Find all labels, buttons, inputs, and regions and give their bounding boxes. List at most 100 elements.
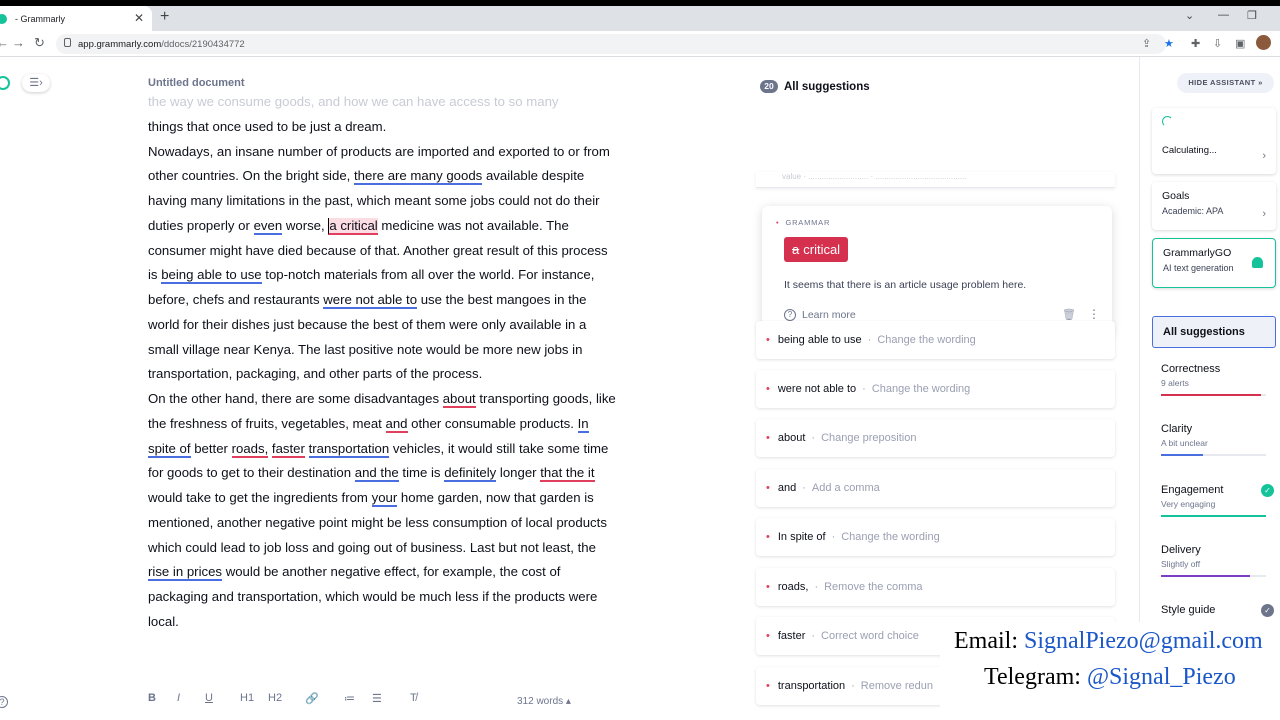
contact-telegram: Telegram: @Signal_Piezo <box>984 664 1236 691</box>
flag-transportation[interactable]: transportation <box>308 440 390 458</box>
side-panel-icon[interactable]: ▣ <box>1235 37 1245 50</box>
document-title[interactable]: Untitled document <box>148 77 245 89</box>
metric-fill <box>1161 394 1261 396</box>
chevron-right-icon: › <box>1262 150 1266 162</box>
back-icon[interactable]: ← <box>0 35 9 50</box>
grammarly-logo-icon[interactable] <box>0 76 10 90</box>
active-suggestion-card[interactable]: GRAMMAR acritical It seems that there is… <box>762 206 1112 334</box>
alert-dot-icon: • <box>766 334 770 346</box>
document-body[interactable]: the way we consume goods, and how we can… <box>148 90 618 685</box>
underline-button[interactable]: U <box>205 692 213 704</box>
alert-dot-icon: • <box>766 630 770 642</box>
flag-your[interactable]: your <box>371 490 398 507</box>
card-word: being able to use <box>777 334 862 346</box>
italic-button[interactable]: I <box>177 692 180 704</box>
collapsed-suggestion-card[interactable]: value · ........................... · ..… <box>756 172 1115 188</box>
flag-roads[interactable]: roads, <box>231 440 269 458</box>
flag-a-critical[interactable]: a critical <box>328 217 378 235</box>
metric-engagement[interactable]: Engagement Very engaging ✓ <box>1161 484 1274 517</box>
text-run: worse, <box>282 217 329 233</box>
more-options-icon[interactable]: ⋮ <box>1088 307 1100 321</box>
profile-avatar[interactable] <box>1256 35 1271 50</box>
suggestion-card[interactable]: • In spite of · Change the wording <box>756 518 1115 556</box>
telegram-label: Telegram: <box>984 664 1087 690</box>
menu-icon[interactable]: ☰› <box>22 74 50 92</box>
bookmark-star-icon[interactable]: ★ <box>1164 37 1174 50</box>
flag-definitely[interactable]: definitely <box>444 465 497 483</box>
card-action: Remove redun <box>860 680 933 692</box>
suggestion-message: It seems that there is an article usage … <box>784 279 1027 291</box>
grammarlygo-title: GrammarlyGO <box>1163 247 1232 259</box>
grammarlygo-card[interactable]: GrammarlyGO AI text generation <box>1152 238 1276 288</box>
help-icon[interactable]: ? <box>0 696 8 708</box>
check-icon: ✓ <box>1261 484 1274 497</box>
flag-about[interactable]: about <box>442 391 476 408</box>
flag-were-not-able-to[interactable]: were not able to <box>323 292 418 309</box>
suggestion-card[interactable]: • and · Add a comma <box>756 469 1115 507</box>
flag-rise-in-prices[interactable]: rise in prices <box>148 564 223 582</box>
overall-score-card[interactable]: Calculating... › <box>1152 108 1276 174</box>
heading2-button[interactable]: H2 <box>268 692 282 704</box>
metric-delivery[interactable]: Delivery Slightly off <box>1161 544 1266 577</box>
text-run: would take to get the ingredients from <box>148 490 372 505</box>
forward-icon[interactable]: → <box>12 35 25 50</box>
bold-button[interactable]: B <box>148 692 156 704</box>
metric-correctness[interactable]: Correctness 9 alerts <box>1161 363 1266 396</box>
metric-title: Style guide <box>1161 604 1216 616</box>
flag-faster[interactable]: faster <box>271 440 305 458</box>
goals-card[interactable]: Goals Academic: APA › <box>1152 182 1276 230</box>
card-word: roads, <box>777 581 809 593</box>
alert-dot-icon: • <box>766 482 770 494</box>
metric-style-guide[interactable]: Style guide ✓ <box>1161 604 1274 617</box>
alert-dot-icon: • <box>766 432 770 444</box>
flag-being-able-to-use[interactable]: being able to use <box>161 267 262 285</box>
reload-icon[interactable]: ↻ <box>34 35 45 51</box>
flag-there-are-many-goods[interactable]: there are many goods <box>353 168 483 186</box>
separator: · <box>862 383 866 395</box>
restore-icon[interactable]: ❐ <box>1247 9 1257 22</box>
suggestion-count-badge: 20 <box>760 80 778 93</box>
suggestion-card[interactable]: • roads, · Remove the comma <box>756 568 1115 606</box>
browser-tab[interactable]: - Grammarly ✕ <box>0 6 152 31</box>
clear-format-icon[interactable]: T̸ <box>410 692 417 704</box>
url-field[interactable]: app.grammarly.com/ddocs/2190434772 <box>56 34 1166 54</box>
suggestion-card[interactable]: • about · Change preposition <box>756 419 1115 457</box>
hide-assistant-button[interactable]: HIDE ASSISTANT » <box>1177 73 1274 93</box>
url-host: app.grammarly.com <box>78 38 162 50</box>
text-run: things that once used to be just a dream… <box>148 118 387 134</box>
grammarlygo-subtitle: AI text generation <box>1163 263 1234 273</box>
telegram-link[interactable]: @Signal_Piezo <box>1087 664 1236 690</box>
suggestion-card[interactable]: • being able to use · Change the wording <box>756 321 1115 359</box>
ordered-list-icon[interactable]: ≔ <box>344 692 355 705</box>
minimize-icon[interactable]: — <box>1218 9 1229 21</box>
email-link[interactable]: SignalPiezo@gmail.com <box>1024 628 1263 654</box>
bullet-list-icon[interactable]: ☰ <box>372 692 382 705</box>
flag-and-the[interactable]: and the <box>354 465 399 483</box>
separator: · <box>811 432 816 444</box>
link-icon[interactable]: 🔗 <box>305 692 319 705</box>
learn-more-link[interactable]: ? Learn more <box>784 309 856 321</box>
card-action: Change the wording <box>841 531 940 543</box>
metric-clarity[interactable]: Clarity A bit unclear <box>1161 423 1266 456</box>
flag-that-the-it[interactable]: that the it <box>540 465 595 483</box>
metric-bar <box>1161 394 1266 396</box>
share-icon[interactable]: ⇪ <box>1142 37 1151 50</box>
paragraph-0: things that once used to be just a dream… <box>148 115 618 140</box>
extensions-icon[interactable]: ✚ <box>1191 37 1200 50</box>
alert-dot-icon: • <box>766 581 770 593</box>
word-count[interactable]: 312 words ▴ <box>517 696 571 707</box>
flag-even[interactable]: even <box>253 217 283 235</box>
separator: · <box>851 680 855 692</box>
new-tab-button[interactable]: + <box>160 8 169 26</box>
heading1-button[interactable]: H1 <box>240 692 254 704</box>
close-tab-icon[interactable]: ✕ <box>134 11 144 25</box>
dismiss-trash-icon[interactable]: 🗑 <box>1062 308 1076 321</box>
accept-suggestion-button[interactable]: a critical <box>784 237 849 262</box>
download-icon[interactable]: ⇩ <box>1213 37 1222 50</box>
all-suggestions-tab[interactable]: All suggestions <box>1152 316 1276 348</box>
card-action: Remove the comma <box>824 581 923 593</box>
tab-search-icon[interactable]: ⌄ <box>1185 9 1194 22</box>
flag-and[interactable]: and <box>385 415 408 433</box>
suggestion-card[interactable]: • were not able to · Change the wording <box>756 370 1115 408</box>
metric-title: Delivery <box>1161 544 1201 556</box>
